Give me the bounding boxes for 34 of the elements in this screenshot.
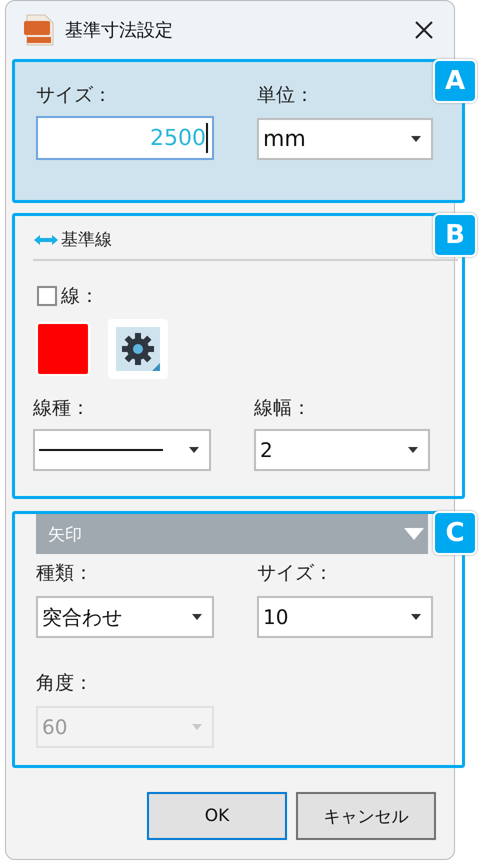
- size-label: サイズ：: [36, 83, 113, 108]
- double-arrow-icon: [33, 234, 59, 246]
- dropdown[interactable]: 2: [254, 429, 430, 471]
- cancel-button[interactable]: キャンセル: [296, 792, 436, 840]
- caret-icon: [192, 614, 202, 620]
- settings-button[interactable]: [108, 319, 168, 379]
- line-type-label: 線種：: [33, 396, 91, 421]
- dropdown[interactable]: 10: [257, 596, 433, 638]
- line-label: 線：: [61, 284, 99, 309]
- caret-icon: [192, 724, 202, 730]
- settings-icon: [116, 327, 160, 371]
- callout-badge: B: [433, 213, 477, 257]
- caret-icon: [411, 136, 421, 142]
- unit-label: 単位：: [257, 83, 315, 108]
- callout-badge: C: [433, 511, 477, 555]
- callout-badge: A: [433, 59, 477, 103]
- angle-label: 角度：: [36, 671, 94, 696]
- ok-button[interactable]: OK: [147, 792, 287, 840]
- line-type-dropdown[interactable]: [33, 429, 211, 471]
- type-label: 種類：: [36, 561, 94, 586]
- section-header: 基準線: [61, 229, 112, 251]
- close-icon[interactable]: [414, 20, 434, 40]
- window-title: 基準寸法設定: [65, 19, 174, 42]
- dropdown[interactable]: mm: [257, 118, 433, 160]
- color-swatch[interactable]: [36, 322, 90, 376]
- solid-line-icon: [39, 448, 163, 452]
- caret-icon: [189, 447, 199, 453]
- dropdown[interactable]: 突合わせ: [36, 596, 214, 638]
- triangle-icon: [404, 528, 424, 540]
- caret-icon: [411, 614, 421, 620]
- caret-icon: [408, 447, 418, 453]
- size-label: サイズ：: [257, 561, 334, 586]
- checkbox[interactable]: [37, 286, 57, 306]
- line-width-label: 線幅：: [254, 396, 312, 421]
